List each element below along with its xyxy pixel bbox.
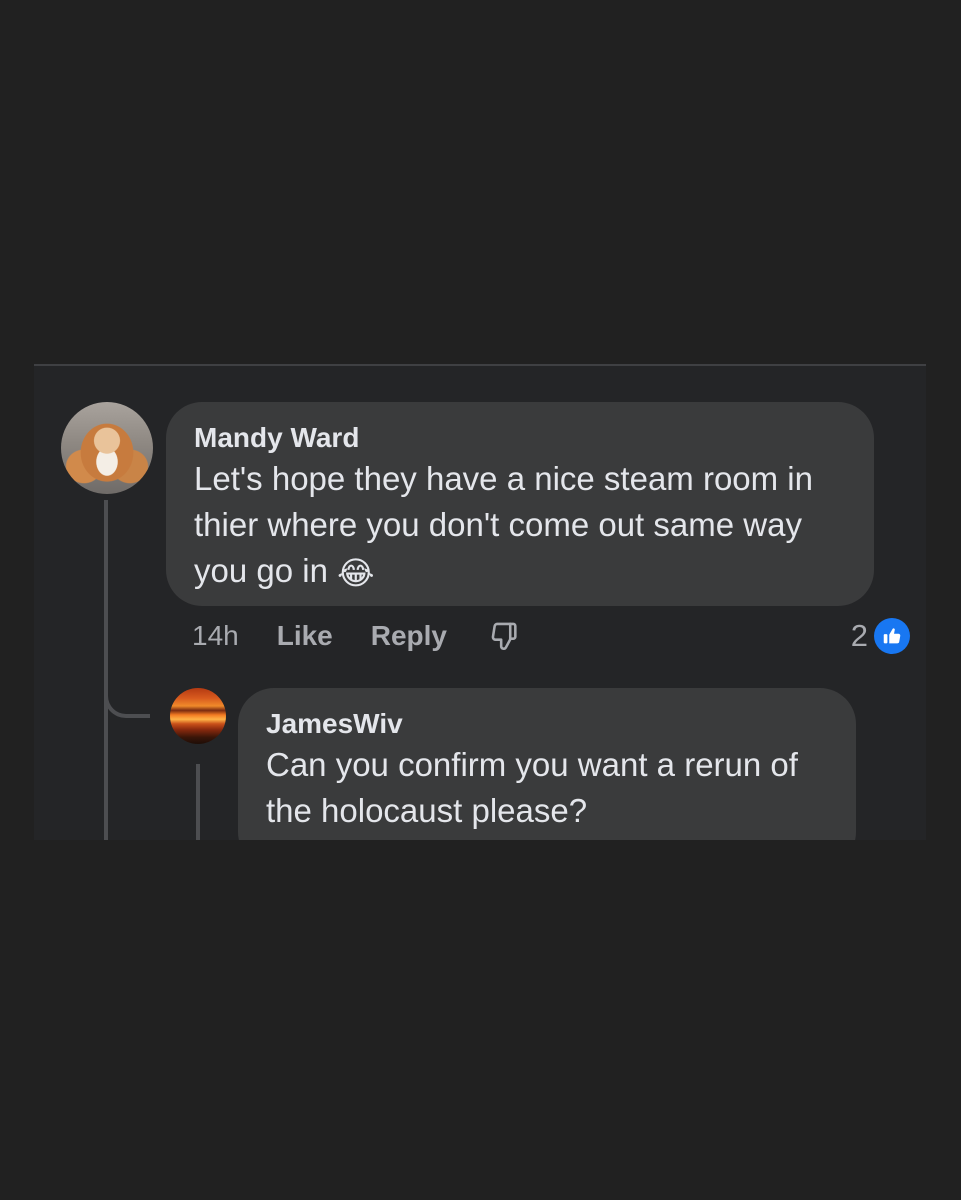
reaction-count: 2 xyxy=(850,618,868,653)
laughing-emoji-icon: 😂 xyxy=(337,555,375,591)
avatar[interactable] xyxy=(61,402,153,494)
comment-bubble: Mandy Ward Let's hope they have a nice s… xyxy=(166,402,874,606)
comment-author[interactable]: JamesWiv xyxy=(266,708,828,740)
like-thumb-icon xyxy=(874,618,910,654)
comment-text: Can you confirm you want a rerun of the … xyxy=(266,746,798,829)
dislike-icon[interactable] xyxy=(487,619,521,653)
comment-actions: 14h Like Reply xyxy=(192,616,521,656)
avatar[interactable] xyxy=(170,688,226,744)
reaction-summary[interactable]: 2 xyxy=(851,616,910,656)
reply-button[interactable]: Reply xyxy=(371,620,447,652)
comment-author[interactable]: Mandy Ward xyxy=(194,422,846,454)
comment-text: Let's hope they have a nice steam room i… xyxy=(194,456,846,594)
comment-body: Let's hope they have a nice steam room i… xyxy=(194,460,813,589)
like-button[interactable]: Like xyxy=(277,620,333,652)
reply-connector xyxy=(104,666,150,718)
reply-thread-line xyxy=(196,764,200,840)
comments-panel: Mandy Ward Let's hope they have a nice s… xyxy=(34,364,926,840)
comment-timestamp[interactable]: 14h xyxy=(192,620,239,652)
comment-bubble: JamesWiv Can you confirm you want a reru… xyxy=(238,688,856,840)
